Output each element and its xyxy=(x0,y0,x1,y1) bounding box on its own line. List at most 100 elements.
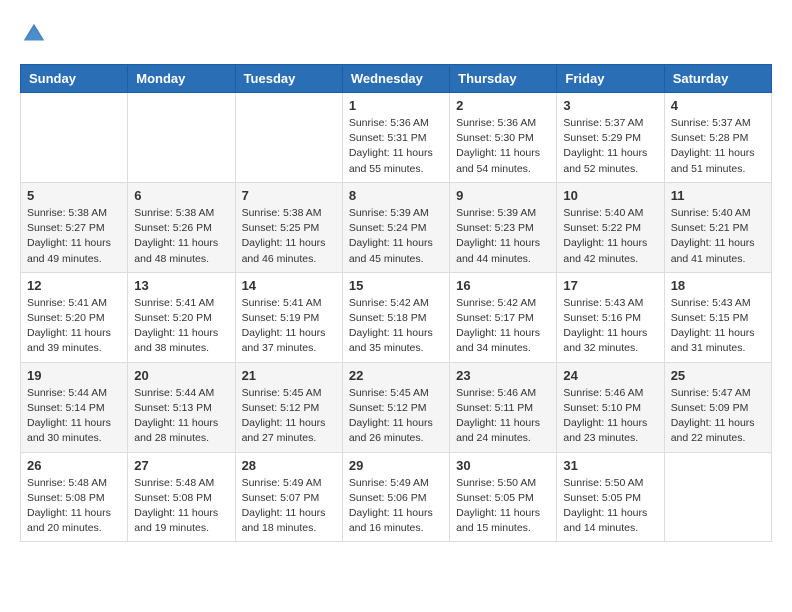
day-info: Sunrise: 5:40 AM Sunset: 5:21 PM Dayligh… xyxy=(671,206,765,267)
day-info: Sunrise: 5:38 AM Sunset: 5:27 PM Dayligh… xyxy=(27,206,121,267)
day-number: 31 xyxy=(563,458,657,473)
day-number: 18 xyxy=(671,278,765,293)
calendar-cell: 18 Sunrise: 5:43 AM Sunset: 5:15 PM Dayli… xyxy=(664,272,771,362)
calendar-cell: 11 Sunrise: 5:40 AM Sunset: 5:21 PM Dayli… xyxy=(664,182,771,272)
calendar-cell xyxy=(664,452,771,542)
logo-icon xyxy=(20,20,48,48)
calendar-cell: 9Sunrise: 5:39 AM Sunset: 5:23 PM Daylig… xyxy=(450,182,557,272)
calendar-cell: 15 Sunrise: 5:42 AM Sunset: 5:18 PM Dayli… xyxy=(342,272,449,362)
day-number: 24 xyxy=(563,368,657,383)
day-number: 26 xyxy=(27,458,121,473)
day-info: Sunrise: 5:43 AM Sunset: 5:16 PM Dayligh… xyxy=(563,296,657,357)
day-info: Sunrise: 5:49 AM Sunset: 5:06 PM Dayligh… xyxy=(349,476,443,537)
day-number: 14 xyxy=(242,278,336,293)
day-info: Sunrise: 5:36 AM Sunset: 5:30 PM Dayligh… xyxy=(456,116,550,177)
day-info: Sunrise: 5:41 AM Sunset: 5:20 PM Dayligh… xyxy=(27,296,121,357)
day-info: Sunrise: 5:48 AM Sunset: 5:08 PM Dayligh… xyxy=(27,476,121,537)
day-number: 7 xyxy=(242,188,336,203)
day-info: Sunrise: 5:44 AM Sunset: 5:13 PM Dayligh… xyxy=(134,386,228,447)
calendar-cell: 28Sunrise: 5:49 AM Sunset: 5:07 PM Dayli… xyxy=(235,452,342,542)
day-number: 9 xyxy=(456,188,550,203)
day-info: Sunrise: 5:41 AM Sunset: 5:19 PM Dayligh… xyxy=(242,296,336,357)
calendar-week-row: 1 Sunrise: 5:36 AM Sunset: 5:31 PM Daylig… xyxy=(21,93,772,183)
day-number: 17 xyxy=(563,278,657,293)
day-number: 29 xyxy=(349,458,443,473)
day-info: Sunrise: 5:37 AM Sunset: 5:28 PM Dayligh… xyxy=(671,116,765,177)
day-info: Sunrise: 5:42 AM Sunset: 5:18 PM Dayligh… xyxy=(349,296,443,357)
day-info: Sunrise: 5:40 AM Sunset: 5:22 PM Dayligh… xyxy=(563,206,657,267)
day-number: 20 xyxy=(134,368,228,383)
calendar-cell: 23 Sunrise: 5:46 AM Sunset: 5:11 PM Dayli… xyxy=(450,362,557,452)
calendar-cell: 3 Sunrise: 5:37 AM Sunset: 5:29 PM Daylig… xyxy=(557,93,664,183)
calendar-week-row: 19Sunrise: 5:44 AM Sunset: 5:14 PM Dayli… xyxy=(21,362,772,452)
calendar-cell: 31Sunrise: 5:50 AM Sunset: 5:05 PM Dayli… xyxy=(557,452,664,542)
weekday-header-sunday: Sunday xyxy=(21,65,128,93)
day-number: 2 xyxy=(456,98,550,113)
day-number: 30 xyxy=(456,458,550,473)
day-number: 12 xyxy=(27,278,121,293)
day-info: Sunrise: 5:37 AM Sunset: 5:29 PM Dayligh… xyxy=(563,116,657,177)
calendar-cell: 16 Sunrise: 5:42 AM Sunset: 5:17 PM Dayli… xyxy=(450,272,557,362)
calendar-cell: 4 Sunrise: 5:37 AM Sunset: 5:28 PM Daylig… xyxy=(664,93,771,183)
calendar-cell: 8 Sunrise: 5:39 AM Sunset: 5:24 PM Daylig… xyxy=(342,182,449,272)
day-info: Sunrise: 5:38 AM Sunset: 5:25 PM Dayligh… xyxy=(242,206,336,267)
day-info: Sunrise: 5:49 AM Sunset: 5:07 PM Dayligh… xyxy=(242,476,336,537)
day-info: Sunrise: 5:42 AM Sunset: 5:17 PM Dayligh… xyxy=(456,296,550,357)
calendar-cell: 21Sunrise: 5:45 AM Sunset: 5:12 PM Dayli… xyxy=(235,362,342,452)
day-number: 27 xyxy=(134,458,228,473)
day-info: Sunrise: 5:41 AM Sunset: 5:20 PM Dayligh… xyxy=(134,296,228,357)
calendar-cell xyxy=(235,93,342,183)
day-info: Sunrise: 5:45 AM Sunset: 5:12 PM Dayligh… xyxy=(349,386,443,447)
calendar-cell: 14 Sunrise: 5:41 AM Sunset: 5:19 PM Dayli… xyxy=(235,272,342,362)
calendar-header-row: SundayMondayTuesdayWednesdayThursdayFrid… xyxy=(21,65,772,93)
calendar-cell: 13 Sunrise: 5:41 AM Sunset: 5:20 PM Dayli… xyxy=(128,272,235,362)
logo xyxy=(20,20,52,48)
calendar-cell: 5Sunrise: 5:38 AM Sunset: 5:27 PM Daylig… xyxy=(21,182,128,272)
day-info: Sunrise: 5:46 AM Sunset: 5:10 PM Dayligh… xyxy=(563,386,657,447)
calendar-week-row: 26 Sunrise: 5:48 AM Sunset: 5:08 PM Dayli… xyxy=(21,452,772,542)
day-number: 8 xyxy=(349,188,443,203)
calendar-cell: 30 Sunrise: 5:50 AM Sunset: 5:05 PM Dayli… xyxy=(450,452,557,542)
calendar-cell: 6 Sunrise: 5:38 AM Sunset: 5:26 PM Daylig… xyxy=(128,182,235,272)
day-info: Sunrise: 5:36 AM Sunset: 5:31 PM Dayligh… xyxy=(349,116,443,177)
day-number: 23 xyxy=(456,368,550,383)
day-number: 16 xyxy=(456,278,550,293)
day-number: 22 xyxy=(349,368,443,383)
day-number: 25 xyxy=(671,368,765,383)
calendar-cell: 17 Sunrise: 5:43 AM Sunset: 5:16 PM Dayli… xyxy=(557,272,664,362)
calendar-cell: 2 Sunrise: 5:36 AM Sunset: 5:30 PM Daylig… xyxy=(450,93,557,183)
day-info: Sunrise: 5:38 AM Sunset: 5:26 PM Dayligh… xyxy=(134,206,228,267)
weekday-header-thursday: Thursday xyxy=(450,65,557,93)
calendar-cell: 25 Sunrise: 5:47 AM Sunset: 5:09 PM Dayli… xyxy=(664,362,771,452)
weekday-header-friday: Friday xyxy=(557,65,664,93)
calendar-week-row: 5Sunrise: 5:38 AM Sunset: 5:27 PM Daylig… xyxy=(21,182,772,272)
weekday-header-tuesday: Tuesday xyxy=(235,65,342,93)
day-number: 4 xyxy=(671,98,765,113)
day-number: 6 xyxy=(134,188,228,203)
day-info: Sunrise: 5:48 AM Sunset: 5:08 PM Dayligh… xyxy=(134,476,228,537)
day-info: Sunrise: 5:39 AM Sunset: 5:24 PM Dayligh… xyxy=(349,206,443,267)
day-number: 21 xyxy=(242,368,336,383)
weekday-header-monday: Monday xyxy=(128,65,235,93)
day-info: Sunrise: 5:43 AM Sunset: 5:15 PM Dayligh… xyxy=(671,296,765,357)
calendar-cell: 10 Sunrise: 5:40 AM Sunset: 5:22 PM Dayli… xyxy=(557,182,664,272)
day-number: 15 xyxy=(349,278,443,293)
day-number: 11 xyxy=(671,188,765,203)
calendar-table: SundayMondayTuesdayWednesdayThursdayFrid… xyxy=(20,64,772,542)
calendar-cell: 19Sunrise: 5:44 AM Sunset: 5:14 PM Dayli… xyxy=(21,362,128,452)
day-number: 13 xyxy=(134,278,228,293)
calendar-cell: 24 Sunrise: 5:46 AM Sunset: 5:10 PM Dayli… xyxy=(557,362,664,452)
page-header xyxy=(20,20,772,48)
calendar-cell: 1 Sunrise: 5:36 AM Sunset: 5:31 PM Daylig… xyxy=(342,93,449,183)
day-number: 10 xyxy=(563,188,657,203)
day-info: Sunrise: 5:47 AM Sunset: 5:09 PM Dayligh… xyxy=(671,386,765,447)
day-info: Sunrise: 5:50 AM Sunset: 5:05 PM Dayligh… xyxy=(456,476,550,537)
calendar-cell: 12 Sunrise: 5:41 AM Sunset: 5:20 PM Dayli… xyxy=(21,272,128,362)
calendar-week-row: 12 Sunrise: 5:41 AM Sunset: 5:20 PM Dayli… xyxy=(21,272,772,362)
day-number: 3 xyxy=(563,98,657,113)
day-number: 1 xyxy=(349,98,443,113)
calendar-cell: 26 Sunrise: 5:48 AM Sunset: 5:08 PM Dayli… xyxy=(21,452,128,542)
calendar-cell: 29 Sunrise: 5:49 AM Sunset: 5:06 PM Dayli… xyxy=(342,452,449,542)
calendar-cell: 22 Sunrise: 5:45 AM Sunset: 5:12 PM Dayli… xyxy=(342,362,449,452)
day-info: Sunrise: 5:46 AM Sunset: 5:11 PM Dayligh… xyxy=(456,386,550,447)
